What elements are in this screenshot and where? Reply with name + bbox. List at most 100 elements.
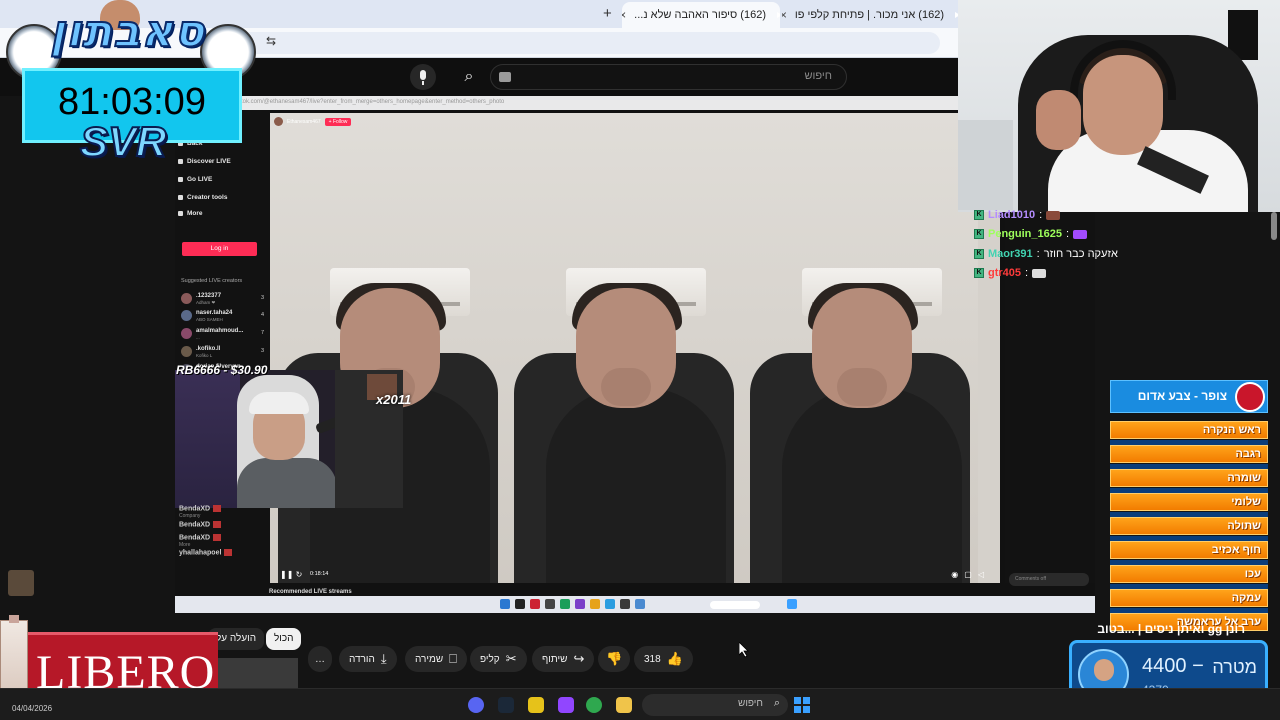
app-icon xyxy=(545,599,555,609)
save-button[interactable]: ⎕ שמירה xyxy=(405,646,467,672)
pip-webcam xyxy=(175,370,403,508)
url-field[interactable] xyxy=(240,32,940,54)
search-icon[interactable]: ⌕ xyxy=(452,64,486,90)
chat-message: K Maor391 : אזעקה כבר חוזר xyxy=(974,246,1118,262)
search-field xyxy=(710,601,760,609)
user-name: .1232377 xyxy=(196,293,222,299)
alert-location: עכו xyxy=(1110,565,1268,583)
nav-more: More xyxy=(178,210,203,217)
search-icon: ⌕ xyxy=(773,697,780,709)
pip-chat-sub: Company xyxy=(179,513,201,519)
share-icon: ↪ xyxy=(573,651,585,666)
user-sub: ... xyxy=(196,335,200,340)
alert-location: שלומי xyxy=(1110,493,1268,511)
taskbar-search-placeholder: חיפוש xyxy=(738,698,763,709)
windows-icon xyxy=(787,599,797,609)
chat-user: gtr405 xyxy=(988,267,1022,279)
chat-user: Maor391 xyxy=(988,248,1033,260)
user-name: .kofiko.ll xyxy=(196,346,221,352)
share-button[interactable]: ↪ שיתוף xyxy=(532,646,595,672)
like-button[interactable]: 👍 318 xyxy=(634,646,693,672)
red-alert-header: צופר - צבע אדום xyxy=(1110,380,1268,413)
bookmark-icon: ⎕ xyxy=(449,651,457,666)
stream-chat: K Liad1010 : K Penguin_1625 : K Maor391 … xyxy=(958,209,1280,292)
browser-tab[interactable]: (162) אני מכור. | פתיחת קלפי פו × xyxy=(782,2,958,28)
app-icon xyxy=(575,599,585,609)
dislike-button[interactable]: 👎 xyxy=(598,646,631,672)
keyboard-icon[interactable] xyxy=(499,72,511,82)
viewer-count: 3 xyxy=(260,295,264,301)
app-icon xyxy=(515,599,525,609)
tiktok-url: tiktok.com/@ethanesam467/live?enter_from… xyxy=(175,96,1095,110)
more-actions-button[interactable]: … xyxy=(308,646,332,672)
pip-chat-user: BendaXD xyxy=(179,505,222,512)
app-icon xyxy=(605,599,615,609)
viewer-count: 4 xyxy=(260,312,264,318)
user-sub: Adham ❤ xyxy=(196,300,216,305)
chrome-icon[interactable] xyxy=(586,697,602,713)
avatar xyxy=(181,293,192,304)
folder-icon[interactable] xyxy=(616,697,632,713)
streamer-name: Ethanesam467 xyxy=(287,118,321,125)
viewer-count: 3 xyxy=(260,348,264,354)
user-name: naser.taha24 xyxy=(196,310,233,316)
moderator-badge-icon: K xyxy=(974,210,984,220)
login-button: Log in xyxy=(182,242,257,256)
svr-tag: SVR xyxy=(79,117,167,166)
close-tab-icon[interactable]: × xyxy=(782,8,787,22)
chat-user: Liad1010 xyxy=(988,209,1036,221)
nav-go-live: Go LIVE xyxy=(177,176,213,183)
scissors-icon: ✂ xyxy=(505,651,517,666)
chat-sep: : xyxy=(1039,209,1043,221)
recommended-live-label: Recommended LIVE streams xyxy=(269,589,352,595)
search-input[interactable]: חיפוש xyxy=(490,64,847,90)
windows-start-icon[interactable] xyxy=(794,697,810,713)
video-thumbnail xyxy=(218,658,298,688)
player-controls: ❚❚ ↻ 0:18:14 ◉▢◁ xyxy=(270,567,1000,583)
streamer-info: Ethanesam467 + Follow xyxy=(274,117,352,126)
close-tab-icon[interactable]: × xyxy=(622,8,626,22)
avatar xyxy=(181,328,192,339)
chat-message: K gtr405 : xyxy=(974,265,1047,281)
viewer-count: 7 xyxy=(260,330,264,336)
app-icon xyxy=(560,599,570,609)
player-settings-icons: ◉▢◁ xyxy=(951,570,990,579)
chip-all[interactable]: הכול xyxy=(266,628,302,650)
alert-location: עמקה xyxy=(1110,589,1268,607)
subathon-logo: סאבתון xyxy=(49,5,206,58)
download-button[interactable]: ⤓ הורדה xyxy=(339,646,397,672)
taskbar-search[interactable]: חיפוש ⌕ xyxy=(642,694,788,716)
mouse-cursor-icon xyxy=(739,642,749,658)
pip-code: x2011 xyxy=(376,392,412,407)
site-settings-icon[interactable]: ⇆ xyxy=(266,34,276,48)
new-tab-button[interactable]: + xyxy=(603,5,612,22)
voice-search-icon[interactable] xyxy=(410,64,436,90)
windows-taskbar: 04/04/2026 חיפוש ⌕ xyxy=(0,688,1280,720)
chat-sep: : xyxy=(1025,267,1029,279)
avatar xyxy=(8,570,34,596)
clip-button[interactable]: ✂ קליפ xyxy=(470,646,527,672)
pip-chat-user: yhallahapoel xyxy=(179,549,233,556)
app-icon[interactable] xyxy=(528,697,544,713)
user-sub: ABO SAMEH xyxy=(196,317,223,322)
video-player[interactable]: tiktok.com/@ethanesam467/live?enter_from… xyxy=(175,96,1095,613)
chat-user: Penguin_1625 xyxy=(988,228,1062,240)
suggested-user: .1232377 Adham ❤ 3 xyxy=(181,293,266,305)
pip-chat-sub: More xyxy=(179,542,191,548)
video-title: רונן gg ואיתן ניסים | ...בטוב xyxy=(1097,622,1245,636)
app-icon xyxy=(530,599,540,609)
tab-title: (162) אני מכור. | פתיחת קלפי פו xyxy=(794,9,944,21)
steam-icon[interactable] xyxy=(498,697,514,713)
alert-location: שומרה xyxy=(1110,469,1268,487)
chat-sep: : xyxy=(1036,248,1040,260)
moderator-badge-icon: K xyxy=(974,249,984,259)
browser-tab-active[interactable]: (162) סיפור האהבה שלא נ... × xyxy=(622,2,780,28)
discord-icon[interactable] xyxy=(468,697,484,713)
tab-title: (162) סיפור האהבה שלא נ... xyxy=(634,9,766,21)
emote-icon xyxy=(1046,210,1061,220)
avatar xyxy=(181,310,192,321)
chat-scrollbar[interactable] xyxy=(1271,212,1277,240)
user-name: amalmahmoud... xyxy=(196,328,244,334)
follow-button: + Follow xyxy=(324,117,352,126)
twitch-icon[interactable] xyxy=(558,697,574,713)
